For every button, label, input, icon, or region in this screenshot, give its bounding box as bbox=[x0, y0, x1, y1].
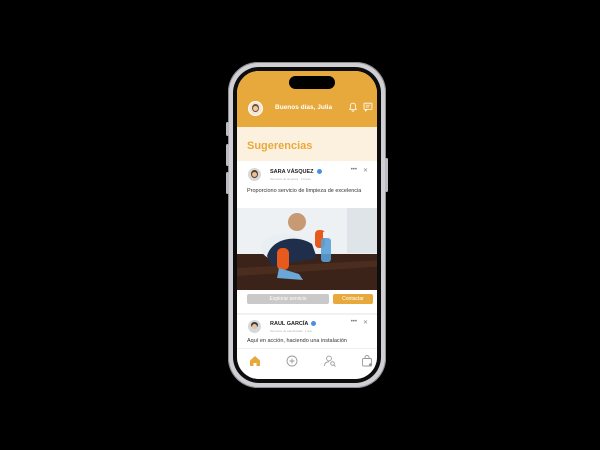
home-icon[interactable] bbox=[248, 354, 262, 368]
user-avatar[interactable] bbox=[248, 101, 263, 116]
more-options-icon[interactable]: ••• bbox=[351, 167, 357, 173]
verified-icon bbox=[311, 321, 317, 327]
dynamic-island bbox=[289, 76, 335, 89]
bag-icon[interactable] bbox=[360, 354, 374, 368]
author-avatar[interactable] bbox=[248, 320, 261, 333]
volume-down-button bbox=[226, 172, 229, 194]
post-text: Aquí en acción, haciendo una instalación bbox=[247, 338, 347, 344]
message-icon[interactable] bbox=[363, 102, 373, 112]
author-avatar[interactable] bbox=[248, 168, 261, 181]
power-button bbox=[385, 158, 388, 192]
bell-icon[interactable] bbox=[348, 102, 358, 112]
author-name[interactable]: SARA VÁSQUEZ bbox=[270, 169, 322, 175]
post-text: Proporciono servicio de limpieza de exce… bbox=[247, 188, 362, 194]
bezel: Buenos días, Julia Sugerencias SARA VÁSQ… bbox=[233, 67, 381, 383]
greeting-text: Buenos días, Julia bbox=[275, 104, 333, 111]
tab-bar bbox=[237, 348, 377, 379]
close-icon[interactable]: ✕ bbox=[363, 167, 368, 174]
contact-button[interactable]: Contactar bbox=[333, 294, 373, 304]
phone-frame: Buenos días, Julia Sugerencias SARA VÁSQ… bbox=[226, 62, 388, 388]
suggestions-band: Sugerencias bbox=[237, 127, 377, 161]
close-icon[interactable]: ✕ bbox=[363, 319, 368, 326]
explore-service-button[interactable]: Explorar servicio bbox=[247, 294, 329, 304]
verified-icon bbox=[316, 169, 322, 175]
author-name[interactable]: RAUL GARCÍA bbox=[270, 321, 317, 327]
cleaning-photo-illustration bbox=[237, 208, 377, 290]
more-options-icon[interactable]: ••• bbox=[351, 319, 357, 325]
section-title: Sugerencias bbox=[247, 140, 313, 152]
post-card: SARA VÁSQUEZ Servicios de limpieza · 2 h… bbox=[237, 163, 377, 313]
side-button bbox=[226, 122, 229, 136]
screen: Buenos días, Julia Sugerencias SARA VÁSQ… bbox=[237, 71, 377, 379]
volume-up-button bbox=[226, 144, 229, 166]
author-subtitle: Servicios de electricidad · 1 día bbox=[270, 329, 312, 333]
author-subtitle: Servicios de limpieza · 2 horas bbox=[270, 177, 311, 181]
search-user-icon[interactable] bbox=[323, 354, 337, 368]
post-photo[interactable] bbox=[237, 208, 377, 290]
add-circle-icon[interactable] bbox=[285, 354, 299, 368]
